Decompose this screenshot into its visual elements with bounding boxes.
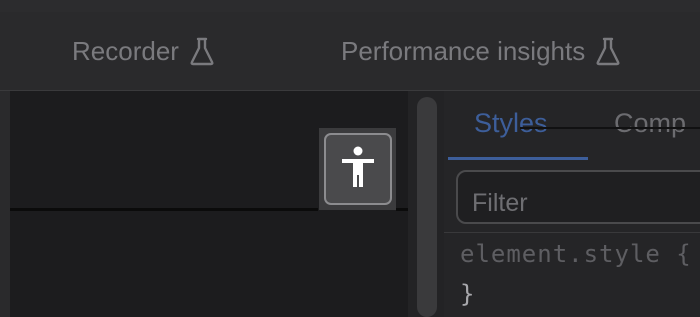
tab-recorder[interactable]: Recorder [72,12,215,90]
window-top-strip [0,0,700,12]
divider-line [520,127,700,129]
accessibility-person-icon [339,145,377,194]
tab-recorder-label: Recorder [72,35,179,66]
left-edge [0,91,10,317]
accessibility-button-frame [323,133,392,205]
flask-icon [595,36,621,66]
element-style-closing-brace: } [460,280,475,308]
tab-performance-insights[interactable]: Performance insights [341,12,621,90]
tab-computed[interactable]: Comp [614,108,686,139]
element-style-selector[interactable]: element.style { [460,240,692,268]
tab-performance-insights-label: Performance insights [341,35,586,66]
scrollbar-thumb[interactable] [417,97,437,317]
accessibility-tree-toggle-button[interactable] [319,128,396,210]
active-tab-indicator [448,157,588,160]
styles-section-divider [444,232,700,233]
tab-styles[interactable]: Styles [474,108,548,139]
panel-tab-bar: Recorder Performance insights [0,12,700,91]
divider-line [10,208,318,211]
flask-icon [189,36,215,66]
styles-filter-input[interactable] [456,170,700,224]
